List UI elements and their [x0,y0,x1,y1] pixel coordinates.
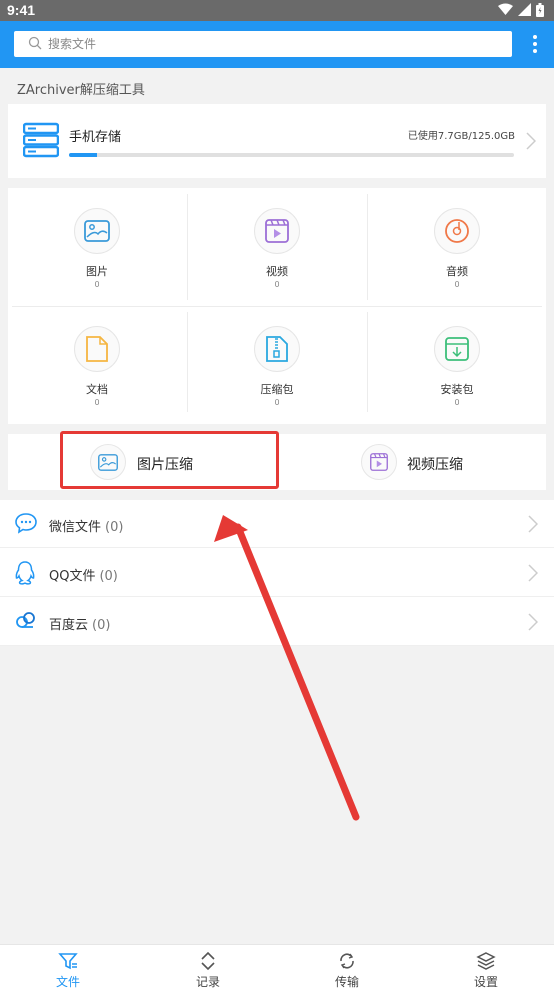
video-compress-label: 视频压缩 [407,457,463,473]
category-videos[interactable]: 视频 0 [188,188,366,300]
status-icons [498,3,544,17]
category-label: 文档 [86,383,108,396]
search-box[interactable] [14,31,512,57]
install-package-icon [434,326,480,372]
storage-progress-bar [69,153,514,157]
baidu-cloud-icon [16,612,35,628]
list-item-label: 微信文件 [49,520,102,535]
category-images[interactable]: 图片 0 [8,188,186,300]
tab-records[interactable]: 记录 [168,945,248,988]
tab-label: 文件 [55,975,80,988]
battery-icon [536,3,544,17]
tab-transfer[interactable]: 传输 [307,945,387,988]
list-item-count: (0) [92,618,111,633]
category-count: 0 [274,280,280,289]
transfer-icon [340,953,354,969]
list-item-label: 百度云 [49,618,89,633]
more-menu-icon[interactable] [530,35,540,55]
list-item-wechat[interactable]: 微信文件 (0) [0,500,554,548]
tab-settings[interactable]: 设置 [446,945,526,988]
category-label: 安装包 [440,383,474,396]
list-item-count: (0) [99,569,118,584]
records-icon [201,951,215,971]
category-count: 0 [94,398,100,407]
category-count: 0 [274,398,280,407]
phone-storage-card[interactable]: 手机存储 已使用7.7GB/125.0GB [8,104,546,178]
list-item-qq[interactable]: QQ文件 (0) [0,549,554,597]
category-documents[interactable]: 文档 0 [8,306,186,418]
chevron-right-icon [528,613,538,631]
signal-icon [518,3,531,16]
files-icon [58,953,78,970]
app-title: ZArchiver解压缩工具 [17,83,145,98]
highlight-box [60,431,279,489]
image-icon [74,208,120,254]
storage-icon [23,122,59,158]
search-icon [28,36,42,50]
category-label: 压缩包 [260,383,294,396]
storage-progress-fill [69,153,97,157]
category-install-packages[interactable]: 安装包 0 [368,306,546,418]
music-icon [434,208,480,254]
list-item-baidu-cloud[interactable]: 百度云 (0) [0,598,554,646]
video-compress-button[interactable]: 视频压缩 [361,434,531,490]
wifi-icon [498,3,513,15]
tab-label: 记录 [195,975,220,988]
wechat-icon [15,513,37,534]
category-count: 0 [454,280,460,289]
source-list: 微信文件 (0) QQ文件 (0) 百度云 (0) [0,500,554,646]
category-label: 音频 [446,265,468,278]
category-grid: 图片 0 视频 0 音频 0 文档 0 压缩包 0 安装包 0 [8,188,546,424]
list-item-count: (0) [105,520,124,535]
storage-usage: 已使用7.7GB/125.0GB [407,131,515,142]
chevron-right-icon [528,515,538,533]
qq-icon [15,561,35,585]
chevron-right-icon [528,564,538,582]
chevron-right-icon [526,132,536,150]
category-audio[interactable]: 音频 0 [368,188,546,300]
category-count: 0 [454,398,460,407]
tab-label: 设置 [473,975,498,988]
status-time: 9:41 [7,2,36,18]
category-label: 图片 [86,265,108,278]
tab-label: 传输 [334,975,359,988]
tab-files[interactable]: 文件 [28,945,108,988]
zip-icon [254,326,300,372]
video-icon [254,208,300,254]
category-label: 视频 [266,265,288,278]
category-count: 0 [94,280,100,289]
document-icon [74,326,120,372]
category-archives[interactable]: 压缩包 0 [188,306,366,418]
storage-name: 手机存储 [69,130,122,145]
app-bar [0,21,554,68]
search-input[interactable] [48,31,498,57]
settings-icon [476,952,496,970]
list-item-label: QQ文件 [49,569,96,584]
bottom-tab-bar: 文件 记录 传输 设置 [0,944,554,988]
status-bar: 9:41 [0,0,554,21]
video-icon [361,444,397,480]
